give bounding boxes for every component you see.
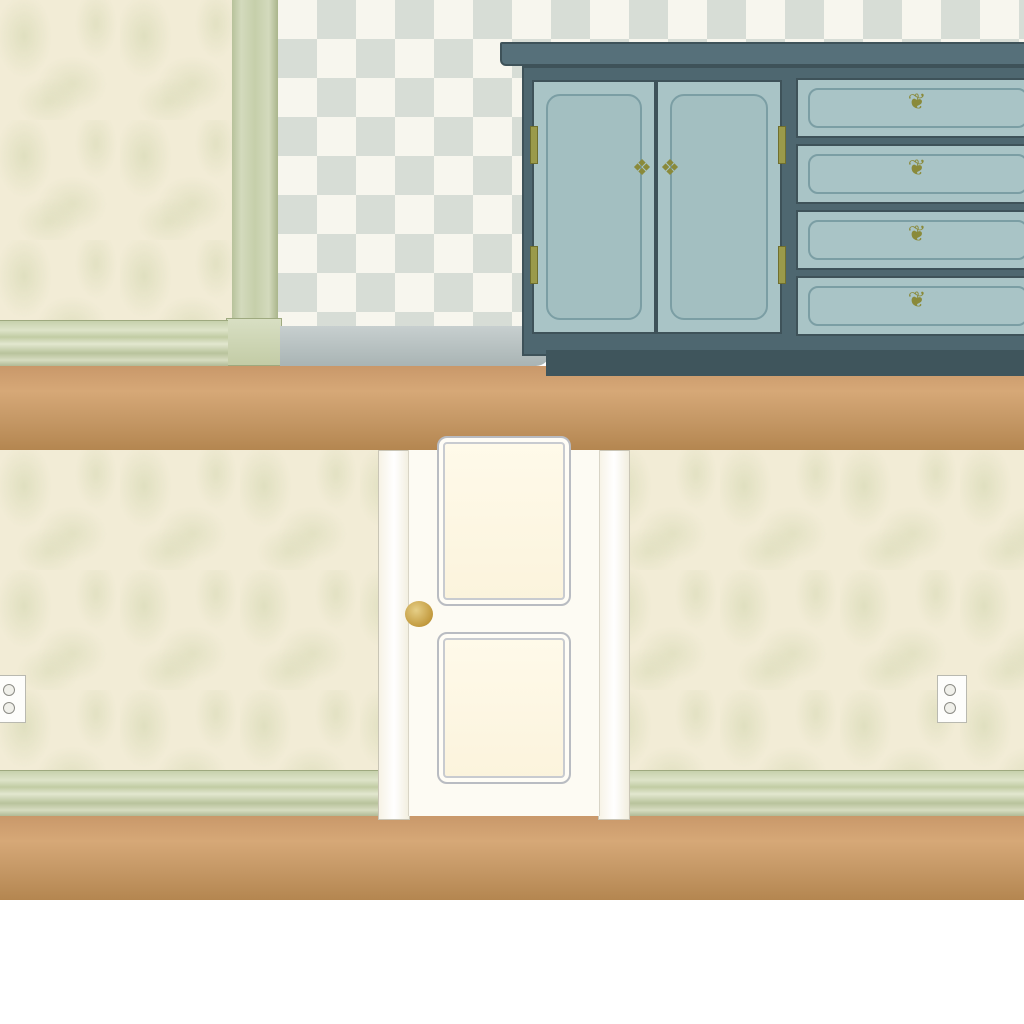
hinge-icon (530, 126, 538, 164)
drawer-pull-icon[interactable]: ❦ (902, 290, 932, 314)
dresser-cabinet-door-right[interactable] (656, 80, 782, 334)
drawer-pull-icon[interactable]: ❦ (902, 158, 932, 182)
dresser-drawer-3[interactable]: ❦ (796, 210, 1024, 270)
wall-outlet-icon (937, 675, 967, 723)
drawer-pull-icon[interactable]: ❦ (902, 224, 932, 248)
socket-icon (944, 684, 956, 696)
dresser[interactable]: ❖ ❖ ❦ ❦ ❦ ❦ (500, 42, 1024, 376)
hinge-icon (778, 246, 786, 284)
lower-baseboard-right (628, 770, 1024, 817)
door-upper-panel (437, 436, 571, 606)
dresser-drawer-2[interactable]: ❦ (796, 144, 1024, 204)
door-panel (670, 94, 768, 320)
lower-floor (0, 816, 1024, 900)
socket-icon (3, 702, 15, 714)
wall-pillar-base (226, 318, 282, 366)
drawer-pull-icon[interactable]: ❦ (902, 92, 932, 116)
upper-wallpaper-left (0, 0, 232, 322)
door-frame-right (598, 450, 630, 820)
dresser-drawer-1[interactable]: ❦ (796, 78, 1024, 138)
socket-icon (3, 684, 15, 696)
door-knob-icon[interactable] (405, 601, 433, 627)
dresser-drawer-4[interactable]: ❦ (796, 276, 1024, 336)
hinge-icon (530, 246, 538, 284)
door-panel (546, 94, 642, 320)
dresser-plinth (546, 350, 1024, 376)
wall-outlet-icon (0, 675, 26, 723)
door-pull-icon[interactable]: ❖ (660, 158, 680, 188)
wall-pillar (232, 0, 278, 320)
lower-baseboard-left (0, 770, 380, 817)
white-paneled-door[interactable] (408, 436, 600, 816)
hinge-icon (778, 126, 786, 164)
door-frame-left (378, 450, 410, 820)
door-pull-icon[interactable]: ❖ (632, 158, 652, 188)
dresser-cabinet-door-left[interactable] (532, 80, 656, 334)
door-lower-panel (437, 632, 571, 784)
blank-area (0, 900, 1024, 1024)
socket-icon (944, 702, 956, 714)
dresser-top (500, 42, 1024, 66)
upper-baseboard (0, 320, 228, 367)
